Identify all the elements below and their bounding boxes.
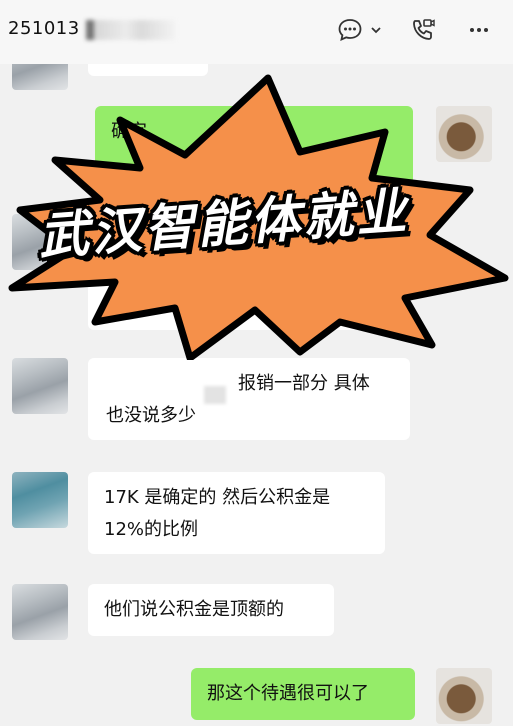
more-icon[interactable] — [466, 17, 492, 43]
chat-bubble-icon[interactable] — [337, 17, 363, 43]
chevron-down-icon[interactable] — [368, 17, 384, 43]
contact-avatar[interactable] — [12, 358, 68, 414]
chat-title[interactable]: 251013 — [8, 18, 80, 39]
contact-avatar[interactable] — [12, 472, 68, 528]
redacted-text — [204, 386, 226, 404]
message-bubble[interactable]: 他们说公积金是顶额的 — [88, 584, 334, 636]
video-call-icon[interactable] — [410, 17, 436, 43]
my-avatar[interactable] — [436, 668, 492, 724]
contact-avatar[interactable] — [12, 584, 68, 640]
redacted-title-part — [86, 20, 176, 40]
message-text: 也没说多少 — [106, 405, 196, 426]
message-bubble[interactable]: 17K 是确定的 然后公积金是 12%的比例 — [88, 472, 385, 554]
chat-header: 251013 — [0, 0, 513, 65]
message-bubble-sent[interactable]: 那这个待遇很可以了 — [191, 668, 415, 720]
